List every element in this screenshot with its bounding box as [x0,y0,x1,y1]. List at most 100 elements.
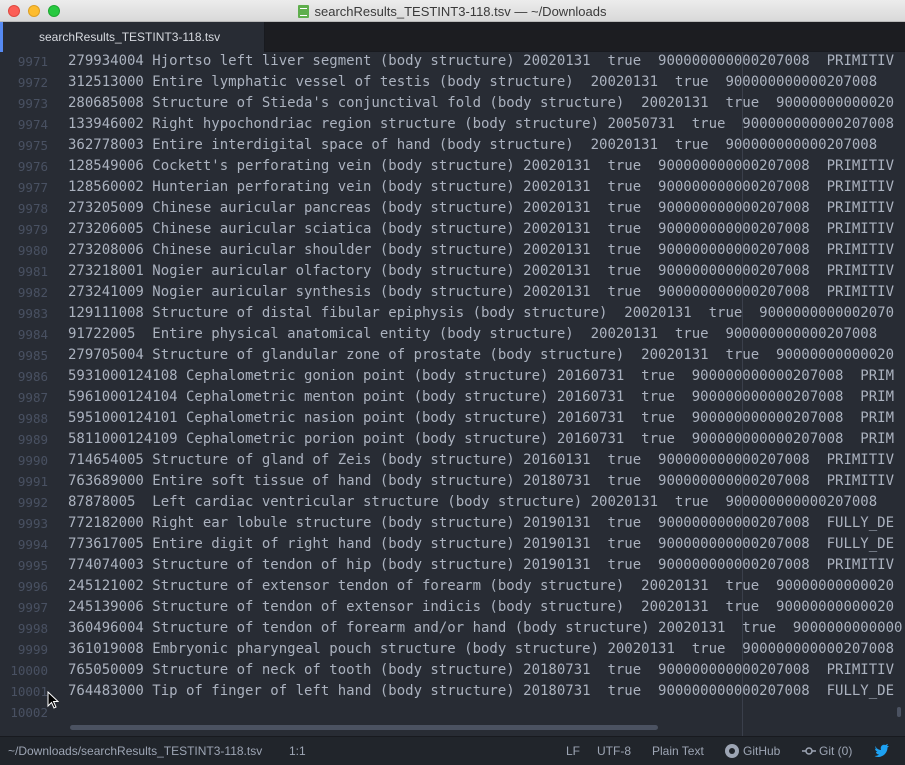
line-text[interactable]: 714654005 Structure of gland of Zeis (bo… [68,451,894,469]
line-text[interactable]: 128549006 Cockett's perforating vein (bo… [68,157,894,175]
line-number: 9997 [17,600,48,615]
editor-line[interactable]: 9997 245139006 Structure of tendon of ext… [0,598,905,619]
editor-line[interactable]: 9984 91722005 Entire physical anatomical … [0,325,905,346]
line-number: 9982 [17,285,48,300]
editor-line[interactable]: 10000 765050009 Structure of neck of toot… [0,661,905,682]
editor-lines[interactable]: 9971 279934004 Hjortso left liver segment… [0,52,905,724]
editor-line[interactable]: 9979 273206005 Chinese auricular sciatica… [0,220,905,241]
line-text[interactable]: 128560002 Hunterian perforating vein (bo… [68,178,894,196]
line-number: 9976 [17,159,48,174]
line-text[interactable]: 279934004 Hjortso left liver segment (bo… [68,52,894,70]
editor-line[interactable]: 9976 128549006 Cockett's perforating vein… [0,157,905,178]
editor-line[interactable]: 9996 245121002 Structure of extensor tend… [0,577,905,598]
mouse-pointer-icon [47,691,59,709]
editor-line[interactable]: 9989 5811000124109 Cephalometric porion p… [0,430,905,451]
line-number: 10001 [10,684,48,699]
editor-line[interactable]: 9992 87878005 Left cardiac ventricular st… [0,493,905,514]
line-number: 9986 [17,369,48,384]
line-text[interactable]: 764483000 Tip of finger of left hand (bo… [68,682,894,700]
editor-line[interactable]: 9971 279934004 Hjortso left liver segment… [0,52,905,73]
status-line-ending[interactable]: LF [566,737,580,765]
editor-line[interactable]: 9985 279705004 Structure of glandular zon… [0,346,905,367]
line-text[interactable]: 129111008 Structure of distal fibular ep… [68,304,894,322]
editor-line[interactable]: 9993 772182000 Right ear lobule structure… [0,514,905,535]
status-git-button[interactable]: Git (0) [802,737,852,765]
line-text[interactable]: 279705004 Structure of glandular zone of… [68,346,894,364]
line-text[interactable]: 5951000124101 Cephalometric nasion point… [68,409,894,427]
github-icon [725,744,739,758]
line-text[interactable]: 273218001 Nogier auricular olfactory (bo… [68,262,894,280]
vertical-scrollbar[interactable] [897,707,901,717]
line-number: 9983 [17,306,48,321]
editor-line[interactable]: 9995 774074003 Structure of tendon of hip… [0,556,905,577]
window-title: searchResults_TESTINT3-118.tsv — ~/Downl… [314,3,607,19]
tab-bar: searchResults_TESTINT3-118.tsv [0,22,905,52]
line-text[interactable]: 273205009 Chinese auricular pancreas (bo… [68,199,894,217]
line-text[interactable]: 5961000124104 Cephalometric menton point… [68,388,894,406]
editor-line[interactable]: 9991 763689000 Entire soft tissue of hand… [0,472,905,493]
line-text[interactable]: 772182000 Right ear lobule structure (bo… [68,514,894,532]
line-text[interactable]: 362778003 Entire interdigital space of h… [68,136,877,154]
editor-line[interactable]: 9975 362778003 Entire interdigital space … [0,136,905,157]
line-text[interactable]: 273206005 Chinese auricular sciatica (bo… [68,220,894,238]
editor-line[interactable]: 9977 128560002 Hunterian perforating vein… [0,178,905,199]
line-text[interactable]: 273241009 Nogier auricular synthesis (bo… [68,283,894,301]
editor-line[interactable]: 9986 5931000124108 Cephalometric gonion p… [0,367,905,388]
editor-line[interactable]: 9999 361019008 Embryonic pharyngeal pouch… [0,640,905,661]
line-text[interactable]: 133946002 Right hypochondriac region str… [68,115,894,133]
line-text[interactable]: 5811000124109 Cephalometric porion point… [68,430,894,448]
line-number: 9987 [17,390,48,405]
status-grammar[interactable]: Plain Text [652,737,704,765]
twitter-bird-icon[interactable] [873,742,891,760]
line-text[interactable]: 361019008 Embryonic pharyngeal pouch str… [68,640,894,658]
line-text[interactable]: 312513000 Entire lymphatic vessel of tes… [68,73,877,91]
line-number: 10002 [10,705,48,720]
status-github-button[interactable]: GitHub [725,737,780,765]
status-encoding[interactable]: UTF-8 [597,737,631,765]
line-number: 9979 [17,222,48,237]
git-commit-icon [802,747,816,755]
line-number: 10000 [10,663,48,678]
line-number: 9971 [17,54,48,69]
line-number: 9984 [17,327,48,342]
line-number: 9998 [17,621,48,636]
tab-label: searchResults_TESTINT3-118.tsv [39,30,221,44]
editor-line[interactable]: 9998 360496004 Structure of tendon of for… [0,619,905,640]
editor-line[interactable]: 10002 [0,703,905,724]
editor-line[interactable]: 9994 773617005 Entire digit of right hand… [0,535,905,556]
editor-line[interactable]: 9972 312513000 Entire lymphatic vessel of… [0,73,905,94]
line-text[interactable]: 765050009 Structure of neck of tooth (bo… [68,661,894,679]
editor-line[interactable]: 9978 273205009 Chinese auricular pancreas… [0,199,905,220]
editor-line[interactable]: 9980 273208006 Chinese auricular shoulder… [0,241,905,262]
line-text[interactable]: 773617005 Entire digit of right hand (bo… [68,535,894,553]
status-github-label: GitHub [743,744,781,758]
status-cursor-position[interactable]: 1:1 [289,737,306,765]
editor-line[interactable]: 9973 280685008 Structure of Stieda's conj… [0,94,905,115]
line-text[interactable]: 280685008 Structure of Stieda's conjunct… [68,94,894,112]
editor-line[interactable]: 9987 5961000124104 Cephalometric menton p… [0,388,905,409]
tab-active-file[interactable]: searchResults_TESTINT3-118.tsv [0,22,265,52]
line-text[interactable]: 87878005 Left cardiac ventricular struct… [68,493,877,511]
editor-line[interactable]: 9988 5951000124101 Cephalometric nasion p… [0,409,905,430]
line-text[interactable]: 91722005 Entire physical anatomical enti… [68,325,877,343]
horizontal-scrollbar[interactable] [70,725,658,730]
text-editor[interactable]: 9971 279934004 Hjortso left liver segment… [0,52,905,736]
status-file-path[interactable]: ~/Downloads/searchResults_TESTINT3-118.t… [8,737,262,765]
line-text[interactable]: 245139006 Structure of tendon of extenso… [68,598,894,616]
editor-line[interactable]: 9981 273218001 Nogier auricular olfactory… [0,262,905,283]
line-text[interactable]: 5931000124108 Cephalometric gonion point… [68,367,894,385]
editor-line[interactable]: 9983 129111008 Structure of distal fibula… [0,304,905,325]
line-number: 9973 [17,96,48,111]
line-number: 9974 [17,117,48,132]
line-text[interactable]: 360496004 Structure of tendon of forearm… [68,619,902,637]
line-text[interactable]: 273208006 Chinese auricular shoulder (bo… [68,241,894,259]
line-number: 9985 [17,348,48,363]
line-text[interactable]: 245121002 Structure of extensor tendon o… [68,577,894,595]
line-number: 9981 [17,264,48,279]
editor-line[interactable]: 9982 273241009 Nogier auricular synthesis… [0,283,905,304]
line-text[interactable]: 774074003 Structure of tendon of hip (bo… [68,556,894,574]
editor-line[interactable]: 10001 764483000 Tip of finger of left han… [0,682,905,703]
line-text[interactable]: 763689000 Entire soft tissue of hand (bo… [68,472,894,490]
editor-line[interactable]: 9990 714654005 Structure of gland of Zeis… [0,451,905,472]
editor-line[interactable]: 9974 133946002 Right hypochondriac region… [0,115,905,136]
